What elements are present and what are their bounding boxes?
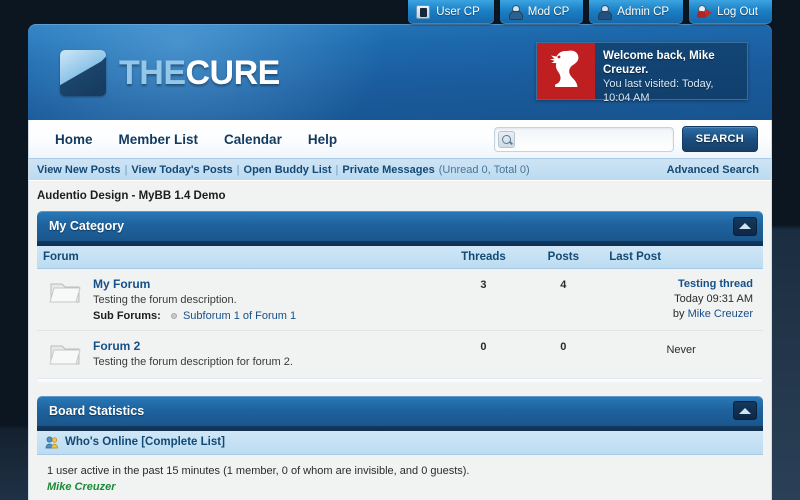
whos-online-row: Who's Online [Complete List]	[37, 430, 763, 455]
welcome-box: Welcome back, Mike Creuzer. You last vis…	[536, 42, 748, 104]
forum-table-header-row: Forum Threads Posts Last Post	[37, 246, 763, 269]
nav-item-help[interactable]: Help	[308, 132, 337, 147]
collapse-category-button[interactable]	[733, 216, 757, 236]
search-icon	[497, 130, 515, 148]
search-button[interactable]: SEARCH	[681, 126, 758, 152]
secondary-navigation-bar: View New Posts | View Today's Posts | Op…	[28, 158, 772, 180]
view-new-posts-link[interactable]: View New Posts	[37, 164, 121, 176]
logout-icon	[697, 5, 713, 19]
liver-bird-icon	[550, 50, 579, 87]
page-background-right	[772, 0, 800, 500]
column-threads: Threads	[443, 246, 524, 269]
table-row: My Forum Testing the forum description. …	[37, 268, 763, 331]
view-todays-posts-link[interactable]: View Today's Posts	[131, 164, 232, 176]
logo-text: THECURE	[119, 56, 280, 90]
category-title: My Category	[49, 219, 125, 233]
folder-icon	[49, 278, 83, 306]
avatar	[537, 43, 595, 99]
content-area: Audentio Design - MyBB 1.4 Demo My Categ…	[28, 180, 772, 500]
advanced-search-link[interactable]: Advanced Search	[667, 164, 759, 176]
last-post-user-link[interactable]: Mike Creuzer	[688, 308, 753, 320]
column-last-post: Last Post	[603, 246, 763, 269]
welcome-last-visit: You last visited: Today, 10:04 AM	[603, 78, 714, 104]
forum-table: Forum Threads Posts Last Post My Forum T…	[37, 246, 763, 378]
main-nav-links: Home Member List Calendar Help	[29, 132, 337, 147]
column-posts: Posts	[523, 246, 604, 269]
online-summary: 1 user active in the past 15 minutes (1 …	[47, 464, 470, 477]
category-panel-footer	[37, 377, 763, 384]
mod-cp-icon	[508, 5, 523, 20]
nav-item-calendar[interactable]: Calendar	[224, 132, 282, 147]
user-cp-label: User CP	[436, 6, 480, 18]
admin-cp-icon	[597, 5, 613, 20]
last-post-never: Never	[666, 343, 696, 356]
welcome-greeting: Welcome back, Mike Creuzer.	[603, 50, 715, 76]
search-area: SEARCH	[493, 126, 758, 152]
search-field-wrapper[interactable]	[493, 126, 674, 152]
forum-description: Testing the forum description for forum …	[93, 355, 293, 368]
logout-label: Log Out	[717, 6, 758, 18]
last-post-cell: Testing thread Today 09:31 AM by Mike Cr…	[603, 268, 763, 331]
logo-text-cure: CURE	[185, 54, 281, 92]
logo-text-the: THE	[119, 54, 186, 92]
private-messages-link[interactable]: Private Messages	[342, 164, 434, 176]
user-control-bar: User CP Mod CP Admin CP Log Out	[0, 0, 800, 28]
logout-button[interactable]: Log Out	[689, 0, 772, 24]
last-post-cell: Never	[603, 330, 763, 378]
private-messages-counts: (Unread 0, Total 0)	[438, 163, 530, 176]
subnav-separator-1: |	[124, 163, 128, 176]
user-cp-button[interactable]: User CP	[408, 0, 494, 24]
site-logo[interactable]: THECURE	[60, 50, 280, 96]
breadcrumb: Audentio Design - MyBB 1.4 Demo	[37, 190, 226, 202]
nav-item-home[interactable]: Home	[55, 132, 93, 147]
category-header: My Category	[37, 211, 763, 241]
subforum-link[interactable]: Subforum 1 of Forum 1	[183, 310, 296, 322]
search-input[interactable]	[514, 127, 673, 151]
page-background-left	[0, 0, 28, 500]
whos-online-link[interactable]: Who's Online [Complete List]	[65, 436, 225, 448]
admin-cp-label: Admin CP	[617, 6, 670, 18]
last-post-date: Today 09:31 AM	[674, 292, 753, 305]
subforums-label: Sub Forums:	[93, 309, 161, 322]
whos-online-icon	[45, 436, 58, 448]
posts-count: 0	[523, 330, 604, 378]
forum-link[interactable]: My Forum	[93, 277, 296, 291]
forum-description: Testing the forum description.	[93, 293, 237, 306]
welcome-text: Welcome back, Mike Creuzer. You last vis…	[595, 43, 747, 104]
chevron-up-icon	[739, 223, 751, 229]
threads-count: 0	[443, 330, 524, 378]
admin-cp-button[interactable]: Admin CP	[589, 0, 684, 24]
board-statistics-header: Board Statistics	[37, 395, 763, 426]
folder-icon	[49, 340, 83, 368]
mod-cp-label: Mod CP	[527, 6, 570, 18]
table-row: Forum 2 Testing the forum description fo…	[37, 330, 763, 378]
last-post-thread-link[interactable]: Testing thread	[609, 277, 753, 292]
column-forum: Forum	[37, 246, 444, 269]
main-navigation-bar: Home Member List Calendar Help SEARCH	[28, 120, 772, 158]
board-statistics-title: Board Statistics	[49, 403, 145, 418]
forum-info-cell: My Forum Testing the forum description. …	[37, 268, 444, 331]
logo-mark-icon	[60, 50, 106, 96]
last-post-by-label: by	[672, 307, 688, 320]
collapse-board-statistics-button[interactable]	[733, 401, 757, 420]
threads-count: 3	[443, 268, 524, 331]
board-statistics-panel: Board Statistics Who's Online [Complete …	[37, 395, 763, 500]
online-user-link[interactable]: Mike Creuzer	[47, 481, 115, 493]
chevron-up-icon	[739, 407, 751, 414]
forum-info-cell: Forum 2 Testing the forum description fo…	[37, 330, 444, 378]
nav-item-member-list[interactable]: Member List	[119, 132, 199, 147]
subforum-dot-icon	[170, 312, 177, 319]
site-header: THECURE Welcome back, Mike Creuzer. You …	[28, 24, 772, 120]
subnav-separator-3: |	[335, 163, 339, 176]
whos-online-body: 1 user active in the past 15 minutes (1 …	[37, 454, 763, 500]
subforums-line: Sub Forums: Subforum 1 of Forum 1	[93, 310, 296, 322]
forum-link[interactable]: Forum 2	[93, 339, 293, 353]
posts-count: 4	[523, 268, 604, 331]
mod-cp-button[interactable]: Mod CP	[499, 0, 584, 24]
open-buddy-list-link[interactable]: Open Buddy List	[244, 164, 332, 176]
category-panel: My Category Forum Threads Posts Last Pos…	[37, 211, 763, 384]
subnav-separator-2: |	[236, 163, 240, 176]
page-shell: THECURE Welcome back, Mike Creuzer. You …	[28, 24, 772, 500]
user-cp-icon	[416, 5, 431, 19]
